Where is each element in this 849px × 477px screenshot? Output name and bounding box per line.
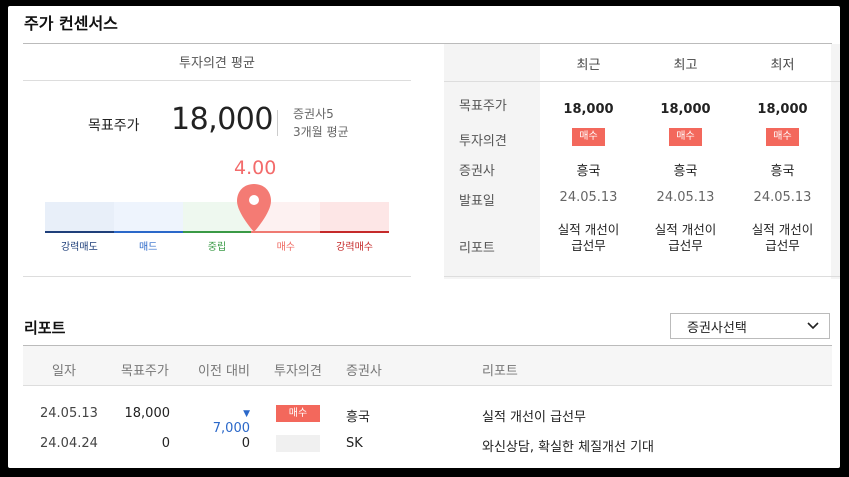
gauge-label-strong-buy: 강력매수 bbox=[336, 242, 373, 253]
recent-table-header-divider bbox=[444, 81, 840, 82]
row-broker: SK bbox=[346, 436, 363, 451]
report-table-header-divider bbox=[23, 385, 832, 386]
broker-select-label: 증권사선택 bbox=[687, 320, 747, 336]
recent-opinion-cell: 매수 bbox=[540, 128, 637, 146]
row-label-opinion: 투자의견 bbox=[459, 134, 507, 149]
recent-report-line1: 실적 개선이 bbox=[557, 222, 620, 237]
recent-opinion-badge: 매수 bbox=[572, 128, 605, 146]
row-change: ▼ 7,000 bbox=[204, 406, 250, 436]
opinion-gauge bbox=[45, 202, 389, 233]
target-price-separator bbox=[277, 110, 278, 136]
avg-header-divider bbox=[23, 80, 411, 81]
row-label-broker: 증권사 bbox=[459, 164, 495, 179]
high-report-line1: 실적 개선이 bbox=[654, 222, 717, 237]
th-target: 목표주가 bbox=[121, 364, 169, 379]
target-price-label: 목표주가 bbox=[88, 118, 140, 134]
col-header-low: 최저 bbox=[770, 58, 795, 73]
recent-target: 18,000 bbox=[563, 102, 614, 117]
report-section-title: 리포트 bbox=[24, 319, 66, 337]
col-header-recent: 최근 bbox=[576, 58, 601, 73]
high-target: 18,000 bbox=[660, 102, 711, 117]
row-date: 24.04.24 bbox=[40, 436, 98, 451]
col-header-high: 최고 bbox=[673, 58, 698, 73]
row-label-target: 목표주가 bbox=[459, 99, 507, 114]
row-change-value: 7,000 bbox=[212, 421, 250, 436]
broker-summary: 증권사5 3개월 평균 bbox=[293, 105, 349, 141]
gauge-label-buy: 매수 bbox=[276, 242, 295, 253]
th-broker: 증권사 bbox=[346, 364, 382, 379]
average-opinion-header: 투자의견 평균 bbox=[179, 56, 255, 71]
gauge-segment-strong-buy bbox=[320, 202, 389, 233]
row-label-report: 리포트 bbox=[459, 241, 495, 256]
broker-select[interactable]: 증권사선택 bbox=[670, 313, 830, 339]
recent-table-bottom-divider bbox=[444, 276, 840, 277]
high-date: 24.05.13 bbox=[656, 190, 715, 205]
row-broker: 흥국 bbox=[346, 410, 370, 425]
gauge-segment-strong-sell bbox=[45, 202, 114, 233]
th-date: 일자 bbox=[52, 364, 76, 379]
gauge-label-strong-sell: 강력매도 bbox=[60, 242, 98, 253]
low-report-line2: 급선무 bbox=[765, 238, 800, 253]
gauge-label-neutral: 중립 bbox=[207, 242, 227, 253]
chevron-down-icon bbox=[807, 322, 819, 330]
high-opinion-badge: 매수 bbox=[669, 128, 702, 146]
consensus-panel: 주가 컨센서스 투자의견 평균 목표주가 18,000 증권사5 3개월 평균 … bbox=[8, 6, 840, 468]
high-report[interactable]: 실적 개선이 급선무 bbox=[637, 222, 734, 254]
low-opinion-badge: 매수 bbox=[766, 128, 799, 146]
target-price-value: 18,000 bbox=[171, 102, 273, 137]
low-report[interactable]: 실적 개선이 급선무 bbox=[734, 222, 831, 254]
row-change: 0 bbox=[241, 436, 250, 451]
row-report-link[interactable]: 와신상담, 확실한 체질개선 기대 bbox=[482, 436, 654, 455]
row-opinion-badge: 매수 bbox=[276, 405, 320, 422]
high-broker: 흥국 bbox=[673, 164, 698, 179]
broker-count: 증권사5 bbox=[293, 107, 334, 121]
row-label-date: 발표일 bbox=[459, 194, 495, 209]
row-opinion-badge bbox=[276, 435, 320, 452]
th-change: 이전 대비 bbox=[198, 364, 250, 379]
recent-report-line2: 급선무 bbox=[571, 238, 606, 253]
row-date: 24.05.13 bbox=[40, 406, 98, 421]
avg-card-bottom-divider bbox=[23, 276, 411, 277]
page-title: 주가 컨센서스 bbox=[24, 14, 118, 33]
low-report-line1: 실적 개선이 bbox=[751, 222, 814, 237]
low-target: 18,000 bbox=[757, 102, 808, 117]
row-report-link[interactable]: 실적 개선이 급선무 bbox=[482, 406, 586, 425]
gauge-label-sell: 매드 bbox=[138, 242, 158, 253]
map-pin-icon bbox=[237, 184, 271, 232]
low-opinion-cell: 매수 bbox=[734, 128, 831, 146]
gauge-labels: 강력매도 매드 중립 매수 강력매수 bbox=[45, 238, 389, 253]
high-opinion-cell: 매수 bbox=[637, 128, 734, 146]
opinion-score: 4.00 bbox=[234, 157, 277, 179]
low-broker: 흥국 bbox=[770, 164, 795, 179]
row-target: 18,000 bbox=[124, 406, 171, 421]
high-report-line2: 급선무 bbox=[668, 238, 703, 253]
recent-report[interactable]: 실적 개선이 급선무 bbox=[540, 222, 637, 254]
gauge-segment-sell bbox=[113, 202, 183, 233]
triangle-down-icon: ▼ bbox=[243, 409, 250, 419]
th-report: 리포트 bbox=[482, 364, 518, 379]
th-opinion: 투자의견 bbox=[274, 364, 322, 379]
low-date: 24.05.13 bbox=[753, 190, 812, 205]
row-target: 0 bbox=[161, 436, 170, 451]
average-period: 3개월 평균 bbox=[293, 125, 349, 139]
recent-broker: 흥국 bbox=[576, 164, 601, 179]
recent-date: 24.05.13 bbox=[559, 190, 618, 205]
